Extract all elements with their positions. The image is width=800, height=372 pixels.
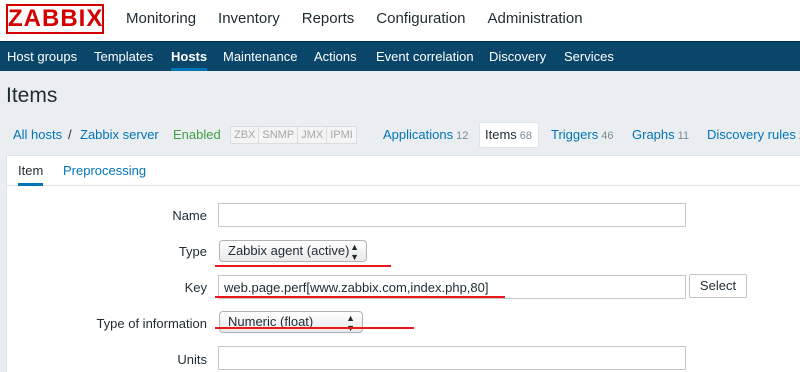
key-select-button[interactable]: Select xyxy=(689,274,747,298)
tab-preprocessing[interactable]: Preprocessing xyxy=(63,156,146,186)
items-link[interactable]: Items 68 xyxy=(479,122,539,148)
menu-reports[interactable]: Reports xyxy=(302,0,355,41)
menu-configuration[interactable]: Configuration xyxy=(376,0,465,41)
item-form-panel: Item Preprocessing Name Type Zabbix agen… xyxy=(6,155,800,372)
form-tabs: Item Preprocessing xyxy=(7,156,800,186)
applications-link[interactable]: Applications 12 xyxy=(383,122,468,148)
breadcrumb-separator: / xyxy=(68,127,72,142)
name-field[interactable] xyxy=(218,203,686,227)
type-of-information-label: Type of information xyxy=(96,316,207,331)
zbx-badge: ZBX xyxy=(231,127,260,143)
annotation-underline-key xyxy=(215,296,505,298)
sub-menu: Host groups Templates Hosts Maintenance … xyxy=(0,41,800,71)
type-of-information-select[interactable]: Numeric (float) ▲▼ xyxy=(219,311,363,333)
triggers-link[interactable]: Triggers 46 xyxy=(551,122,613,148)
submenu-templates[interactable]: Templates xyxy=(94,42,153,71)
host-status[interactable]: Enabled xyxy=(173,122,221,148)
page-title: Items xyxy=(6,84,58,107)
submenu-event-correlation[interactable]: Event correlation xyxy=(376,42,474,71)
graphs-link[interactable]: Graphs 11 xyxy=(632,122,689,148)
availability-badges: ZBX SNMP JMX IPMI xyxy=(230,126,357,144)
tab-item[interactable]: Item xyxy=(18,156,44,186)
name-label: Name xyxy=(172,208,207,223)
select-arrows-icon: ▲▼ xyxy=(346,313,355,333)
type-select[interactable]: Zabbix agent (active) ▲ ▼ xyxy=(219,240,367,262)
menu-administration[interactable]: Administration xyxy=(488,0,583,41)
all-hosts-link[interactable]: All hosts xyxy=(13,122,62,148)
select-arrows-icon: ▲▼ xyxy=(350,242,359,262)
units-label: Units xyxy=(177,352,207,367)
submenu-actions[interactable]: Actions xyxy=(314,42,357,71)
host-link[interactable]: Zabbix server xyxy=(80,122,159,148)
ipmi-badge: IPMI xyxy=(327,127,356,143)
zabbix-logo[interactable]: ZABBIX xyxy=(6,4,104,34)
submenu-maintenance[interactable]: Maintenance xyxy=(223,42,297,71)
submenu-hosts[interactable]: Hosts xyxy=(171,42,208,71)
jmx-badge: JMX xyxy=(298,127,328,143)
menu-monitoring[interactable]: Monitoring xyxy=(126,0,196,41)
main-menu: Monitoring Inventory Reports Configurati… xyxy=(126,0,605,41)
menu-inventory[interactable]: Inventory xyxy=(218,0,280,41)
host-navigation: All hosts / Zabbix server Enabled ZBX SN… xyxy=(0,122,800,148)
snmp-badge: SNMP xyxy=(259,127,299,143)
key-label: Key xyxy=(184,280,207,295)
top-bar: ZABBIX Monitoring Inventory Reports Conf… xyxy=(0,0,800,41)
annotation-underline-type-of-information xyxy=(215,327,414,329)
type-label: Type xyxy=(178,244,207,259)
submenu-host-groups[interactable]: Host groups xyxy=(7,42,77,71)
submenu-discovery[interactable]: Discovery xyxy=(489,42,546,71)
submenu-services[interactable]: Services xyxy=(564,42,614,71)
discovery-rules-link[interactable]: Discovery rules2 xyxy=(707,122,800,148)
annotation-underline-type xyxy=(215,265,391,267)
units-field[interactable] xyxy=(218,346,686,370)
